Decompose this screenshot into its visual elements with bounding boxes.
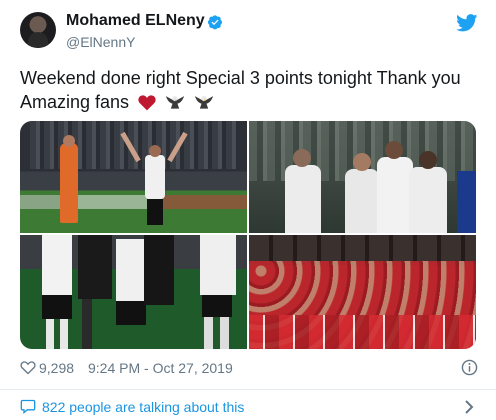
author-handle[interactable]: @ElNennY	[66, 34, 135, 50]
tweet-body: Weekend done right Special 3 points toni…	[20, 66, 480, 114]
tweet-text: Weekend done right Special 3 points toni…	[20, 68, 461, 112]
photo-players-huddle[interactable]	[249, 121, 476, 233]
tweet-timestamp[interactable]: 9:24 PM - Oct 27, 2019	[88, 360, 233, 376]
eagle-emoji-icon	[165, 96, 185, 109]
chat-bubble-icon	[20, 399, 36, 414]
photo-players-walking[interactable]	[20, 235, 247, 349]
photo-grid	[20, 121, 476, 349]
tweet-header: Mohamed ELNeny @ElNennY	[0, 0, 496, 60]
author-name[interactable]: Mohamed ELNeny	[66, 12, 205, 30]
info-icon[interactable]	[461, 359, 478, 376]
heart-icon[interactable]	[20, 360, 36, 375]
red-heart-emoji-icon	[138, 95, 156, 111]
conversation-link[interactable]: 822 people are talking about this	[0, 390, 496, 420]
photo-team-dressing-room[interactable]	[249, 235, 476, 349]
like-count[interactable]: 9,298	[39, 360, 74, 376]
conversation-label[interactable]: 822 people are talking about this	[42, 399, 244, 415]
eagle-emoji-icon	[194, 96, 214, 109]
chevron-right-icon[interactable]	[464, 400, 474, 414]
photo-celebration-pitch[interactable]	[20, 121, 247, 233]
twitter-bird-icon[interactable]	[456, 14, 478, 32]
avatar[interactable]	[20, 12, 56, 48]
tweet-meta: 9,298 9:24 PM - Oct 27, 2019	[20, 358, 478, 378]
verified-badge-icon	[207, 15, 222, 30]
